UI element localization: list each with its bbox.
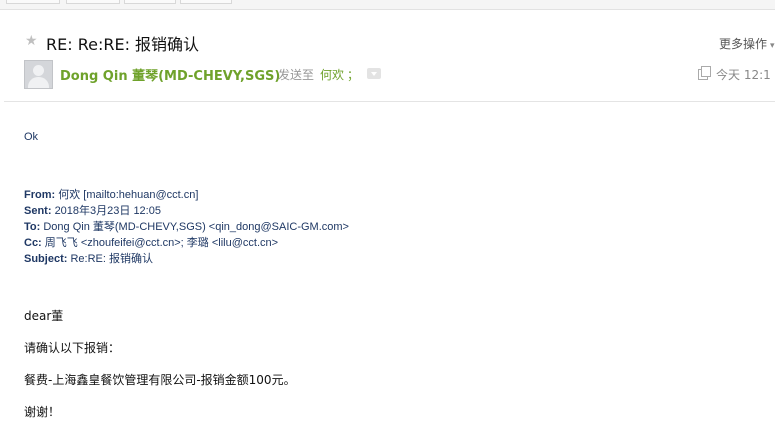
cc-label: Cc: — [24, 237, 42, 249]
to-label: To: — [24, 221, 41, 233]
tab[interactable] — [124, 0, 176, 4]
sent-label: Sent: — [24, 205, 52, 217]
copy-icon[interactable] — [698, 66, 711, 80]
avatar-icon — [24, 60, 53, 89]
sent-to-label: 发送至 — [278, 68, 315, 82]
body-line-2: 餐费-上海鑫皇餐饮管理有限公司-报销金额100元。 — [24, 373, 296, 387]
cc-value: 周飞飞 <zhoufeifei@cct.cn>; 李璐 <lilu@cct.cn… — [44, 237, 279, 249]
greeting-text: dear董 — [24, 309, 64, 323]
to-value: Dong Qin 董琴(MD-CHEVY,SGS) <qin_dong@SAIC… — [43, 221, 349, 233]
sender-name[interactable]: Dong Qin 董琴(MD-CHEVY,SGS) — [60, 65, 280, 84]
more-actions-label: 更多操作 — [719, 37, 768, 51]
reply-text: Ok — [24, 131, 39, 143]
subject-value: Re:RE: 报销确认 — [70, 253, 153, 265]
expand-recipients-button[interactable] — [367, 68, 381, 79]
recipient-name[interactable]: 何欢 — [320, 66, 344, 83]
email-subject: RE: Re:RE: 报销确认 — [46, 35, 200, 54]
closing-text: 谢谢！ — [24, 405, 61, 419]
subject-label: Subject: — [24, 253, 68, 265]
quoted-cc: Cc: 周飞飞 <zhoufeifei@cct.cn>; 李璐 <lilu@cc… — [24, 234, 278, 250]
tab[interactable] — [66, 0, 120, 4]
more-actions-button[interactable]: 更多操作 ▾ — [719, 35, 775, 52]
quoted-to: To: Dong Qin 董琴(MD-CHEVY,SGS) <qin_dong@… — [24, 218, 349, 234]
tab-strip — [0, 0, 775, 10]
recipient-separator: ； — [347, 68, 360, 82]
header-divider — [4, 101, 775, 102]
from-label: From: — [24, 189, 56, 201]
quoted-sent: Sent: 2018年3月23日 12:05 — [24, 202, 161, 218]
body-line-1: 请确认以下报销： — [24, 341, 121, 355]
sent-value: 2018年3月23日 12:05 — [54, 205, 161, 217]
from-value: 何欢 [mailto:hehuan@cct.cn] — [58, 189, 199, 201]
tab[interactable] — [180, 0, 232, 4]
quoted-from: From: 何欢 [mailto:hehuan@cct.cn] — [24, 186, 198, 202]
quoted-subject: Subject: Re:RE: 报销确认 — [24, 250, 153, 266]
mail-time: 今天 12:1 — [716, 68, 771, 82]
tab[interactable] — [6, 0, 60, 4]
star-icon[interactable]: ★ — [25, 33, 38, 49]
chevron-down-icon: ▾ — [770, 41, 775, 51]
